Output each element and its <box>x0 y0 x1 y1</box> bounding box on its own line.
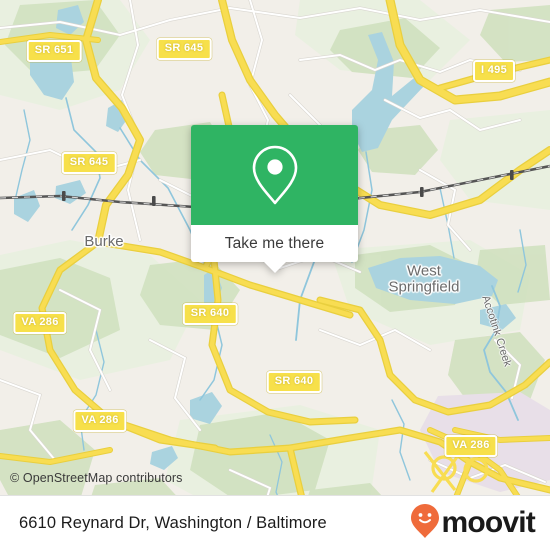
map-pin-icon <box>250 144 300 206</box>
popup-tail-pointer <box>263 262 286 273</box>
bottom-bar: 6610 Reynard Dr, Washington / Baltimore … <box>0 495 550 550</box>
take-me-there-button[interactable]: Take me there <box>191 225 358 273</box>
road-shield-sr640-s[interactable]: SR 640 <box>266 371 322 393</box>
map-screenshot: SR 651 SR 645 I 495 SR 645 SR 640 VA 286… <box>0 0 550 550</box>
take-me-there-label: Take me there <box>224 234 325 252</box>
moovit-wordmark: moovit <box>441 506 535 539</box>
road-shield-i495[interactable]: I 495 <box>473 60 515 82</box>
road-shield-sr645-w[interactable]: SR 645 <box>61 152 117 174</box>
moovit-logo[interactable]: moovit <box>410 503 536 544</box>
popup-pin-area <box>191 125 358 225</box>
osm-attribution[interactable]: © OpenStreetMap contributors <box>10 471 183 485</box>
moovit-smiley-pin-icon <box>410 503 440 544</box>
road-shield-sr651-nw[interactable]: SR 651 <box>26 40 82 62</box>
address-label: 6610 Reynard Dr, Washington / Baltimore <box>19 513 327 532</box>
road-shield-va286-sw[interactable]: VA 286 <box>73 410 127 432</box>
map-canvas[interactable] <box>0 0 550 550</box>
road-shield-sr645-n[interactable]: SR 645 <box>156 38 212 60</box>
road-shield-va286-se[interactable]: VA 286 <box>444 435 498 457</box>
location-popup-card[interactable]: Take me there <box>191 125 358 273</box>
road-shield-sr640-w[interactable]: SR 640 <box>182 303 238 325</box>
road-shield-va286-w[interactable]: VA 286 <box>13 312 67 334</box>
